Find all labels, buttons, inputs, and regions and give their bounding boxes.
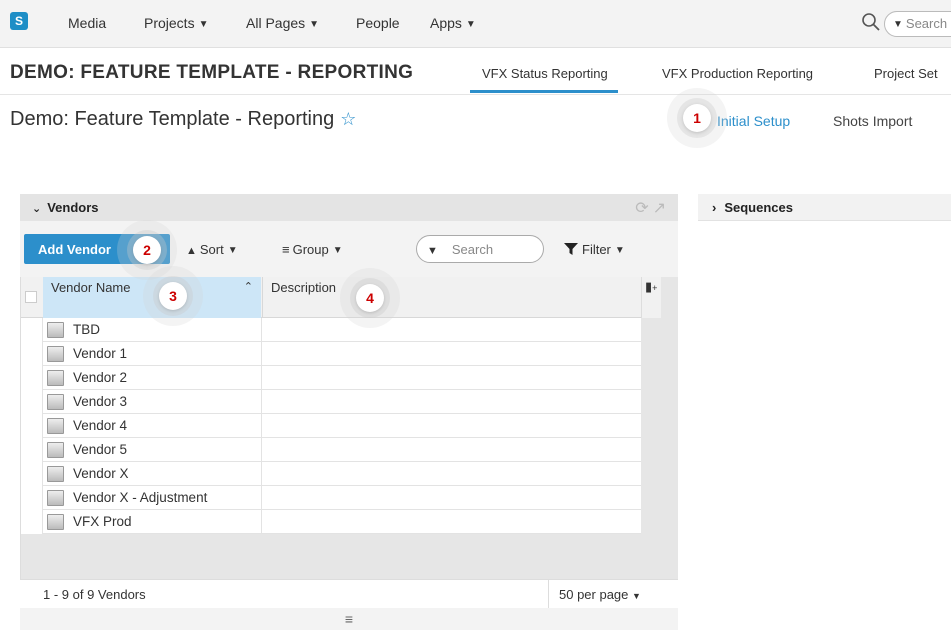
vendor-icon [47, 322, 64, 338]
table-row[interactable]: VFX Prod [43, 510, 641, 534]
chevron-right-icon: › [712, 200, 717, 215]
vendors-panel-title: ⌄ Vendors [32, 200, 99, 215]
search-icon[interactable] [862, 10, 880, 34]
callout-marker-1: 1 [683, 104, 711, 132]
sublink-shots-import[interactable]: Shots Import [833, 113, 912, 129]
nav-item-all-pages[interactable]: All Pages ▼ [246, 15, 319, 31]
column-header-vendor-name[interactable]: Vendor Name ⌃ [43, 277, 261, 318]
chevron-down-icon: ▼ [309, 19, 320, 30]
project-header: DEMO: FEATURE TEMPLATE - REPORTING VFX S… [0, 49, 951, 95]
vendor-name-cell[interactable]: Vendor 4 [43, 414, 261, 438]
vendor-name-cell[interactable]: Vendor X [43, 462, 261, 486]
filter-icon [564, 243, 578, 255]
description-cell[interactable] [261, 366, 641, 390]
sort-button[interactable]: ▲ Sort ▼ [186, 242, 238, 257]
page-title: Demo: Feature Template - Reporting ☆ [10, 108, 357, 130]
callout-marker-2: 2 [133, 236, 161, 264]
vendor-name-cell[interactable]: Vendor X - Adjustment [43, 486, 261, 510]
group-icon: ≡ [282, 242, 290, 257]
nav-item-apps[interactable]: Apps ▼ [430, 15, 476, 31]
refresh-icon[interactable]: ⟳ [635, 200, 652, 217]
vendor-name-cell[interactable]: VFX Prod [43, 510, 261, 534]
chevron-down-icon: ▼ [198, 19, 209, 30]
vendor-icon [47, 418, 64, 434]
panel-actions: ⟳↗ [635, 198, 670, 218]
vendor-name-cell[interactable]: Vendor 1 [43, 342, 261, 366]
vendors-grid: Vendor Name ⌃ Description ▮+ TBD Vendor 1V… [20, 277, 678, 579]
select-all-checkbox[interactable] [25, 291, 37, 303]
filter-button[interactable]: Filter ▼ [564, 242, 625, 257]
table-row[interactable]: Vendor X [43, 462, 641, 486]
table-row[interactable]: Vendor 1 [43, 342, 641, 366]
chevron-down-icon: ▼ [332, 245, 343, 256]
vendor-icon [47, 490, 64, 506]
vendor-name-cell[interactable]: Vendor 2 [43, 366, 261, 390]
table-row[interactable]: Vendor 5 [43, 438, 641, 462]
vendors-toolbar: Add Vendor ▲ Sort ▼ ≡ Group ▼ ▼ Search Filter… [20, 221, 678, 277]
description-cell[interactable] [261, 462, 641, 486]
record-count: 1 - 9 of 9 Vendors [43, 587, 146, 602]
table-row[interactable]: Vendor 2 [43, 366, 641, 390]
vendor-icon [47, 442, 64, 458]
vendor-name-cell[interactable]: Vendor 5 [43, 438, 261, 462]
vendor-icon [47, 394, 64, 410]
expand-icon[interactable]: ↗ [653, 200, 670, 217]
star-icon[interactable]: ☆ [340, 109, 356, 129]
sort-ascending-icon: ⌃ [243, 281, 253, 293]
table-row[interactable]: Vendor X - Adjustment [43, 486, 641, 510]
tab-project-set[interactable]: Project Set [874, 66, 938, 81]
description-cell[interactable] [261, 486, 641, 510]
chevron-down-icon: ▼ [427, 245, 438, 257]
chevron-down-icon: ▼ [614, 245, 625, 256]
callout-marker-4: 4 [356, 284, 384, 312]
grid-footer: 1 - 9 of 9 Vendors 50 per page ▼ [20, 579, 678, 609]
description-cell[interactable] [261, 510, 641, 534]
chevron-down-icon: ▼ [893, 19, 903, 30]
vendor-icon [47, 346, 64, 362]
project-title: DEMO: FEATURE TEMPLATE - REPORTING [10, 62, 414, 83]
sublink-initial-setup[interactable]: Initial Setup [717, 113, 790, 129]
sequences-panel-header[interactable]: › Sequences [698, 194, 951, 221]
nav-item-media[interactable]: Media [68, 15, 106, 31]
column-header-description[interactable]: Description [262, 277, 641, 318]
grid-header: Vendor Name ⌃ Description [21, 277, 641, 318]
vendor-icon [47, 370, 64, 386]
group-button[interactable]: ≡ Group ▼ [282, 242, 343, 257]
description-cell[interactable] [261, 318, 641, 342]
description-cell[interactable] [261, 342, 641, 366]
tab-vfx-production-reporting[interactable]: VFX Production Reporting [662, 66, 813, 81]
sequences-panel-title: › Sequences [712, 200, 793, 215]
callout-marker-3: 3 [159, 282, 187, 310]
add-column-icon[interactable]: ▮+ [641, 277, 661, 318]
vendor-search-input[interactable]: ▼ Search [416, 235, 544, 263]
description-cell[interactable] [261, 390, 641, 414]
app-logo[interactable]: S [10, 12, 28, 30]
table-row[interactable]: Vendor 4 [43, 414, 641, 438]
vendor-name-cell[interactable]: TBD [43, 318, 261, 342]
global-search-input[interactable]: ▼ Search [884, 11, 951, 37]
nav-item-projects[interactable]: Projects ▼ [144, 15, 208, 31]
vendor-name-cell[interactable]: Vendor 3 [43, 390, 261, 414]
sort-icon: ▲ [186, 245, 197, 257]
top-nav-bar: S Media Projects ▼ All Pages ▼ People Apps… [0, 0, 951, 48]
row-checkbox-column [21, 318, 43, 534]
table-row[interactable]: Vendor 3 [43, 390, 641, 414]
description-cell[interactable] [261, 414, 641, 438]
chevron-down-icon: ⌄ [32, 203, 42, 215]
chevron-down-icon: ▼ [465, 19, 476, 30]
resize-handle-icon[interactable]: ≡ [20, 608, 678, 630]
description-cell[interactable] [261, 438, 641, 462]
chevron-down-icon: ▼ [227, 245, 238, 256]
grid-rows: TBD Vendor 1 Vendor 2 Vendor 3 Vendor 4 Vendo… [43, 318, 641, 534]
vendor-icon [47, 514, 64, 530]
caret-down-icon: ▼ [632, 591, 641, 601]
vendor-icon [47, 466, 64, 482]
tab-vfx-status-reporting[interactable]: VFX Status Reporting [470, 66, 618, 93]
vendors-panel-header[interactable]: ⌄ Vendors ⟳↗ [20, 194, 678, 221]
nav-item-people[interactable]: People [356, 15, 400, 31]
table-row[interactable]: TBD [43, 318, 641, 342]
per-page-select[interactable]: 50 per page ▼ [548, 580, 678, 609]
